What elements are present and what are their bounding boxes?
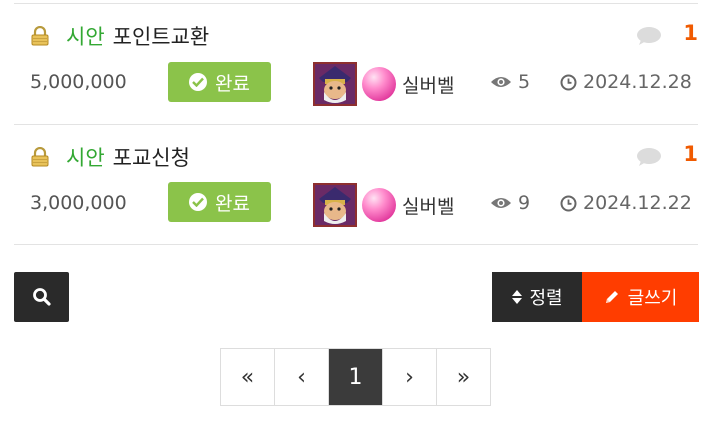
eye-icon [491, 77, 511, 87]
view-count: 9 [490, 192, 530, 214]
comment-count: 1 [683, 21, 698, 45]
view-count-value: 5 [518, 71, 531, 93]
post-title[interactable]: 시안 포인트교환 [66, 21, 209, 51]
post-title-text: 포인트교환 [112, 25, 210, 49]
post-date-value: 2024.12.28 [583, 71, 692, 93]
post-date-value: 2024.12.22 [583, 192, 692, 214]
check-circle-icon [189, 193, 208, 211]
post-item[interactable]: 시안 포교신청 1 3,000,000 완료 실버벨 9 2024.12.22 [0, 125, 716, 245]
post-category: 시안 [66, 25, 105, 49]
lock-icon [31, 147, 49, 167]
view-count-value: 9 [518, 192, 531, 214]
eye-icon [491, 198, 511, 208]
sort-button[interactable]: 정렬 [492, 272, 582, 322]
page-first-button[interactable]: « [221, 349, 275, 405]
post-item[interactable]: 시안 포인트교환 1 5,000,000 완료 실버벨 5 2024.12.28 [0, 4, 716, 124]
post-date: 2024.12.22 [560, 192, 692, 214]
level-badge-icon [362, 188, 396, 222]
lock-icon [31, 26, 49, 46]
sort-icon [512, 290, 523, 304]
author-name[interactable]: 실버벨 [402, 192, 454, 219]
comment-count: 1 [683, 142, 698, 166]
write-button[interactable]: 글쓰기 [582, 272, 699, 322]
search-icon [32, 288, 51, 306]
author-name[interactable]: 실버벨 [402, 71, 454, 98]
level-badge-icon [362, 67, 396, 101]
post-date: 2024.12.28 [560, 71, 692, 93]
pencil-icon [605, 291, 618, 303]
write-label: 글쓰기 [627, 288, 678, 309]
status-badge: 완료 [168, 62, 271, 102]
comment-icon [637, 148, 661, 166]
status-badge: 완료 [168, 182, 271, 222]
status-label: 완료 [215, 192, 250, 215]
sort-label: 정렬 [529, 288, 563, 309]
page-last-button[interactable]: » [437, 349, 490, 405]
clock-icon [560, 195, 577, 211]
post-title[interactable]: 시안 포교신청 [66, 142, 190, 172]
comment-icon [637, 27, 661, 45]
search-button[interactable] [14, 272, 69, 322]
post-amount: 5,000,000 [30, 71, 127, 93]
avatar[interactable] [313, 183, 357, 227]
post-amount: 3,000,000 [30, 192, 127, 214]
status-label: 완료 [215, 72, 250, 95]
pagination: « ‹ 1 › » [220, 348, 491, 406]
page-next-button[interactable]: › [383, 349, 437, 405]
divider [14, 244, 698, 245]
avatar[interactable] [313, 62, 357, 106]
page-prev-button[interactable]: ‹ [275, 349, 329, 405]
post-title-text: 포교신청 [112, 146, 190, 170]
view-count: 5 [490, 71, 530, 93]
page-current-button[interactable]: 1 [329, 349, 383, 405]
check-circle-icon [189, 73, 208, 91]
clock-icon [560, 74, 577, 90]
post-category: 시안 [66, 146, 105, 170]
